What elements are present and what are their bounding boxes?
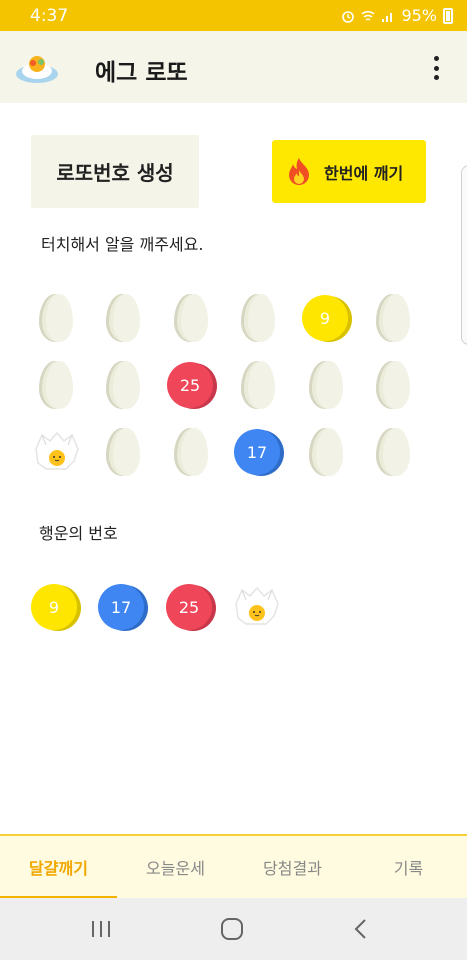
egg-icon — [39, 294, 73, 342]
lotto-ball: 25 — [167, 362, 213, 408]
grid-cell-egg[interactable] — [302, 427, 352, 479]
wifi-icon — [361, 10, 375, 21]
fried-egg-icon — [235, 586, 279, 625]
lotto-ball: 9 — [302, 295, 348, 341]
grid-cell-egg[interactable] — [99, 293, 149, 345]
tab-label: 달걀깨기 — [29, 859, 88, 878]
signal-icon — [382, 12, 393, 22]
egg-icon — [106, 294, 140, 342]
app-bar: 에그 로또 — [0, 31, 467, 103]
recent-apps-icon[interactable] — [86, 916, 116, 942]
lucky-item-fried-egg[interactable] — [232, 582, 282, 634]
status-icons: 95% — [341, 6, 453, 25]
grid-cell-egg[interactable] — [167, 293, 217, 345]
grid-cell-egg[interactable] — [234, 360, 284, 412]
egg-icon — [241, 361, 275, 409]
break-all-label: 한번에 깨기 — [324, 163, 404, 183]
grid-cell-egg[interactable] — [99, 427, 149, 479]
tab-label: 기록 — [393, 859, 424, 878]
tab-break-eggs[interactable]: 달걀깨기 — [0, 836, 117, 900]
egg-icon — [309, 428, 343, 476]
egg-icon — [39, 361, 73, 409]
egg-icon — [174, 294, 208, 342]
instruction-text: 터치해서 알을 깨주세요. — [41, 235, 204, 254]
grid-cell-egg[interactable] — [32, 293, 82, 345]
fried-egg-icon — [35, 431, 79, 470]
fire-icon — [289, 157, 309, 185]
edge-panel-handle[interactable] — [461, 165, 467, 345]
break-all-button[interactable]: 한번에 깨기 — [272, 140, 426, 203]
battery-icon — [443, 7, 453, 24]
battery-percent: 95% — [401, 6, 437, 25]
grid-cell-egg[interactable] — [99, 360, 149, 412]
tab-winning-results[interactable]: 당첨결과 — [234, 836, 351, 898]
home-icon[interactable] — [217, 916, 247, 942]
grid-cell-egg[interactable] — [369, 360, 419, 412]
tab-history[interactable]: 기록 — [350, 836, 467, 898]
generate-numbers-button[interactable]: 로또번호 생성 — [31, 135, 199, 208]
lucky-item-ball[interactable]: 9 — [31, 582, 81, 634]
grid-cell-egg[interactable] — [32, 360, 82, 412]
lucky-numbers-title: 행운의 번호 — [39, 524, 118, 543]
egg-icon — [309, 361, 343, 409]
more-vertical-icon[interactable] — [425, 53, 447, 83]
back-icon[interactable] — [347, 916, 377, 942]
tab-label: 당첨결과 — [263, 859, 322, 878]
fried-egg-logo-icon — [16, 56, 58, 83]
grid-cell-egg[interactable] — [167, 427, 217, 479]
grid-cell-egg[interactable] — [369, 427, 419, 479]
lotto-ball: 9 — [31, 584, 77, 630]
egg-icon — [241, 294, 275, 342]
grid-cell-egg[interactable] — [369, 293, 419, 345]
egg-icon — [106, 428, 140, 476]
lotto-ball: 17 — [234, 429, 280, 475]
tab-label: 오늘운세 — [146, 859, 205, 878]
grid-cell-egg[interactable] — [302, 360, 352, 412]
lotto-ball: 17 — [98, 584, 144, 630]
status-bar: 4:37 95% — [0, 0, 467, 31]
system-nav-bar — [0, 898, 467, 960]
egg-icon — [376, 294, 410, 342]
egg-icon — [376, 361, 410, 409]
generate-numbers-label: 로또번호 생성 — [56, 161, 174, 185]
egg-icon — [106, 361, 140, 409]
grid-cell-egg[interactable] — [234, 293, 284, 345]
grid-cell-ball[interactable]: 9 — [302, 293, 352, 345]
lotto-ball: 25 — [166, 584, 212, 630]
lucky-item-ball[interactable]: 17 — [98, 582, 148, 634]
egg-icon — [174, 428, 208, 476]
grid-cell-ball[interactable]: 17 — [234, 427, 284, 479]
grid-cell-ball[interactable]: 25 — [167, 360, 217, 412]
tab-today-fortune[interactable]: 오늘운세 — [117, 836, 234, 898]
grid-cell-fried-egg[interactable] — [32, 427, 82, 479]
app-title: 에그 로또 — [95, 60, 188, 86]
alarm-icon — [342, 10, 355, 23]
status-time: 4:37 — [30, 6, 69, 26]
egg-icon — [376, 428, 410, 476]
lucky-item-ball[interactable]: 25 — [166, 582, 216, 634]
bottom-nav: 달걀깨기 오늘운세 당첨결과 기록 — [0, 834, 467, 900]
